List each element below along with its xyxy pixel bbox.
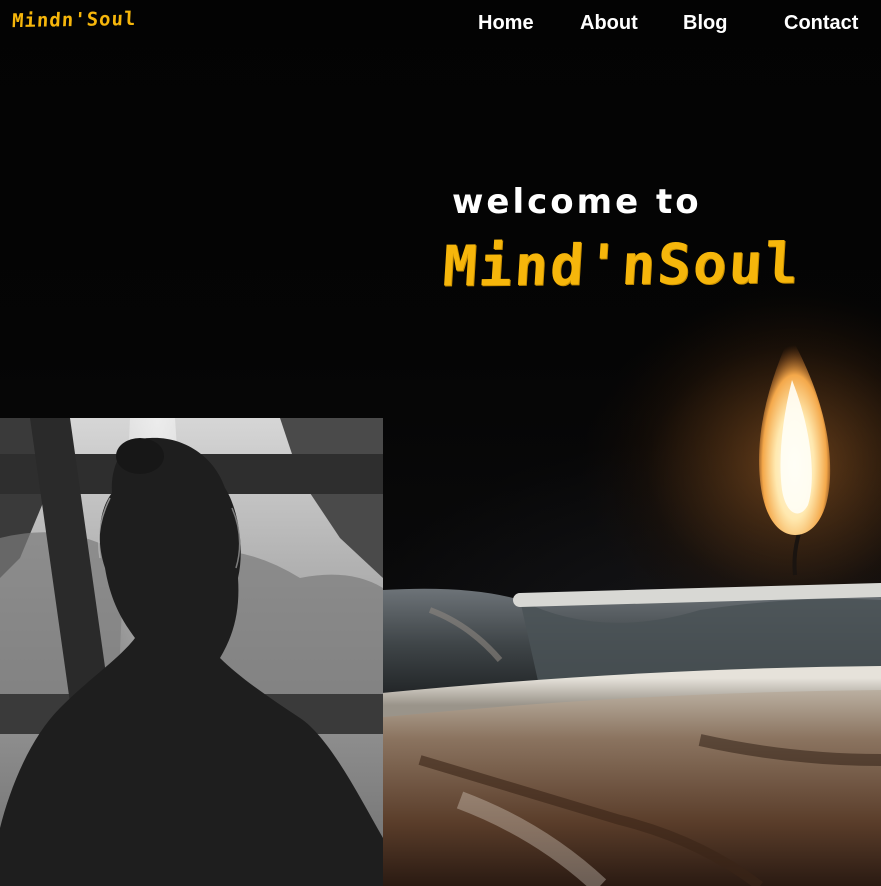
nav-home-link[interactable]: Home xyxy=(478,12,534,35)
nav-about-link[interactable]: About xyxy=(580,12,638,35)
woman-silhouette-photo xyxy=(0,418,383,886)
nav-contact-link[interactable]: Contact xyxy=(784,12,858,35)
hero-title: Mind'nSoul xyxy=(440,231,803,300)
main-nav: Home About Blog Contact xyxy=(0,12,881,38)
site-header: Mindn'Soul Home About Blog Contact xyxy=(0,0,881,50)
nav-blog-link[interactable]: Blog xyxy=(683,12,727,35)
hero-subtitle: welcome to xyxy=(452,182,702,222)
